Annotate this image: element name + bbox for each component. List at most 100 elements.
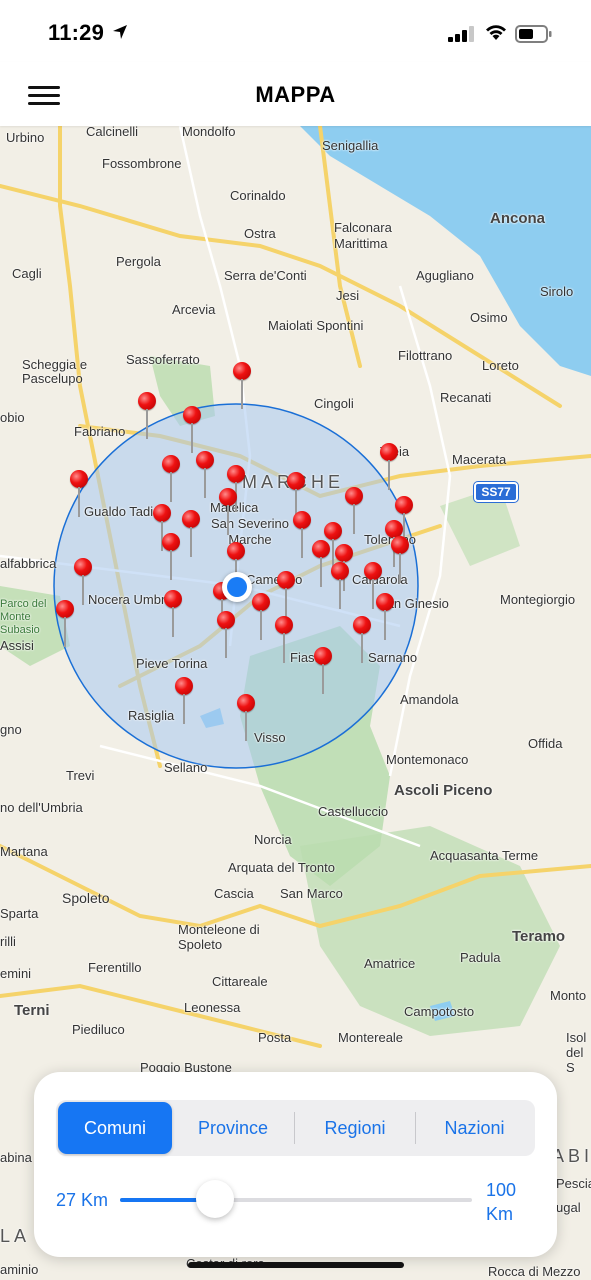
slider-thumb[interactable] bbox=[196, 1180, 234, 1218]
place-label: Cittareale bbox=[212, 974, 268, 989]
place-label: Cascia bbox=[214, 886, 254, 901]
place-label: Macerata bbox=[452, 452, 507, 467]
place-label: Ascoli Piceno bbox=[394, 782, 493, 799]
place-label: Monteleone di Spoleto bbox=[178, 922, 260, 952]
range-max-label: 100 Km bbox=[486, 1180, 517, 1224]
map-pin[interactable] bbox=[233, 362, 251, 410]
map-pin[interactable] bbox=[182, 510, 200, 558]
map-pin[interactable] bbox=[217, 611, 235, 659]
place-label: Pergola bbox=[116, 254, 161, 269]
map-pin[interactable] bbox=[293, 511, 311, 559]
place-label: Filottrano bbox=[398, 348, 453, 363]
place-label: Sarnano bbox=[368, 650, 418, 665]
place-label: Cingoli bbox=[314, 396, 354, 411]
place-label: abina bbox=[0, 1150, 32, 1165]
place-label: Arcevia bbox=[172, 302, 216, 317]
place-label: Maiolati Spontini bbox=[268, 318, 364, 333]
map-pin[interactable] bbox=[175, 677, 193, 725]
place-label: rilli bbox=[0, 934, 16, 949]
place-label: Sparta bbox=[0, 906, 39, 921]
place-label: gno bbox=[0, 722, 22, 737]
place-label: San Marco bbox=[280, 886, 343, 901]
place-label: Sassoferrato bbox=[126, 352, 200, 367]
place-label: Osimo bbox=[470, 310, 508, 325]
map-pin[interactable] bbox=[162, 533, 180, 581]
place-label: Sellano bbox=[164, 760, 208, 775]
map-pin[interactable] bbox=[331, 562, 349, 610]
place-label: Spoleto bbox=[62, 890, 110, 906]
place-label: Urbino bbox=[6, 130, 45, 145]
navigation-bar: MAPPA bbox=[0, 62, 591, 126]
map-pin[interactable] bbox=[196, 451, 214, 499]
filter-panel: Comuni Province Regioni Nazioni 27 Km 10… bbox=[34, 1072, 557, 1257]
location-arrow-icon bbox=[113, 25, 127, 39]
place-label: Falconara Marittima bbox=[334, 220, 392, 251]
battery-icon bbox=[515, 25, 552, 43]
map-pin[interactable] bbox=[314, 647, 332, 695]
road-badge: SS77 bbox=[474, 482, 518, 502]
place-label: ABI bbox=[552, 1146, 591, 1166]
place-label: Padula bbox=[460, 950, 501, 965]
place-label: Corinaldo bbox=[230, 188, 286, 203]
map-pin[interactable] bbox=[162, 455, 180, 503]
map-pin[interactable] bbox=[277, 571, 295, 619]
place-label: Agugliano bbox=[416, 268, 474, 283]
place-label: Terni bbox=[14, 1002, 50, 1019]
map-pin[interactable] bbox=[237, 694, 255, 742]
map-pin[interactable] bbox=[219, 488, 237, 536]
cellular-signal-icon bbox=[448, 26, 474, 42]
distance-slider[interactable] bbox=[120, 1180, 472, 1218]
place-label: Visso bbox=[254, 730, 286, 745]
tab-province[interactable]: Province bbox=[174, 1102, 292, 1154]
status-time: 11:29 bbox=[48, 20, 105, 45]
map-pin[interactable] bbox=[138, 392, 156, 440]
place-label: Leonessa bbox=[184, 1000, 241, 1015]
place-label: Piediluco bbox=[72, 1022, 125, 1037]
place-label: Ostra bbox=[244, 226, 276, 241]
map-pin[interactable] bbox=[275, 616, 293, 664]
place-label: Mondolfo bbox=[182, 126, 236, 139]
map-pin[interactable] bbox=[312, 540, 330, 588]
wifi-icon bbox=[486, 25, 506, 40]
place-label: Recanati bbox=[440, 390, 492, 405]
map-pin[interactable] bbox=[391, 536, 409, 584]
place-label: Teramo bbox=[512, 928, 566, 945]
place-label: alfabbrica bbox=[0, 556, 57, 571]
map-pin[interactable] bbox=[183, 406, 201, 454]
place-label: Rocca di Mezzo bbox=[488, 1264, 581, 1279]
map-pin[interactable] bbox=[252, 593, 270, 641]
place-label: Scheggia e Pascelupo bbox=[22, 357, 88, 386]
place-label: aminio bbox=[0, 1262, 39, 1277]
map-pin[interactable] bbox=[380, 443, 398, 491]
place-label: Jesi bbox=[336, 288, 360, 303]
place-label: Assisi bbox=[0, 638, 34, 653]
map-pin[interactable] bbox=[74, 558, 92, 606]
tab-nazioni[interactable]: Nazioni bbox=[416, 1102, 533, 1154]
map-pin[interactable] bbox=[353, 616, 371, 664]
place-label: San Severino Marche bbox=[210, 516, 290, 547]
place-label: Amatrice bbox=[364, 956, 416, 971]
place-label: Offida bbox=[528, 736, 563, 751]
place-label: Fabriano bbox=[74, 424, 126, 439]
place-label: LA bbox=[0, 1226, 31, 1246]
place-label: Senigallia bbox=[322, 138, 379, 153]
map-pin[interactable] bbox=[376, 593, 394, 641]
place-label: Montemonaco bbox=[386, 752, 469, 767]
map-pin[interactable] bbox=[56, 600, 74, 648]
map-pin[interactable] bbox=[345, 487, 363, 535]
place-label: Martana bbox=[0, 844, 48, 859]
segment-divider bbox=[294, 1112, 295, 1144]
place-label: Pieve Torina bbox=[136, 656, 208, 671]
place-label: Trevi bbox=[66, 768, 95, 783]
tab-comuni[interactable]: Comuni bbox=[58, 1102, 172, 1154]
tab-regioni[interactable]: Regioni bbox=[296, 1102, 414, 1154]
place-label: emini bbox=[0, 966, 32, 981]
place-label: Serra de'Conti bbox=[224, 268, 307, 283]
scope-segmented-control: Comuni Province Regioni Nazioni bbox=[56, 1100, 535, 1156]
user-location-icon[interactable] bbox=[222, 572, 252, 602]
range-min-label: 27 Km bbox=[56, 1190, 109, 1210]
place-label: no dell'Umbria bbox=[0, 800, 83, 815]
map-pin[interactable] bbox=[70, 470, 88, 518]
map-pin[interactable] bbox=[164, 590, 182, 638]
place-label: Nocera Umbra bbox=[88, 592, 173, 607]
